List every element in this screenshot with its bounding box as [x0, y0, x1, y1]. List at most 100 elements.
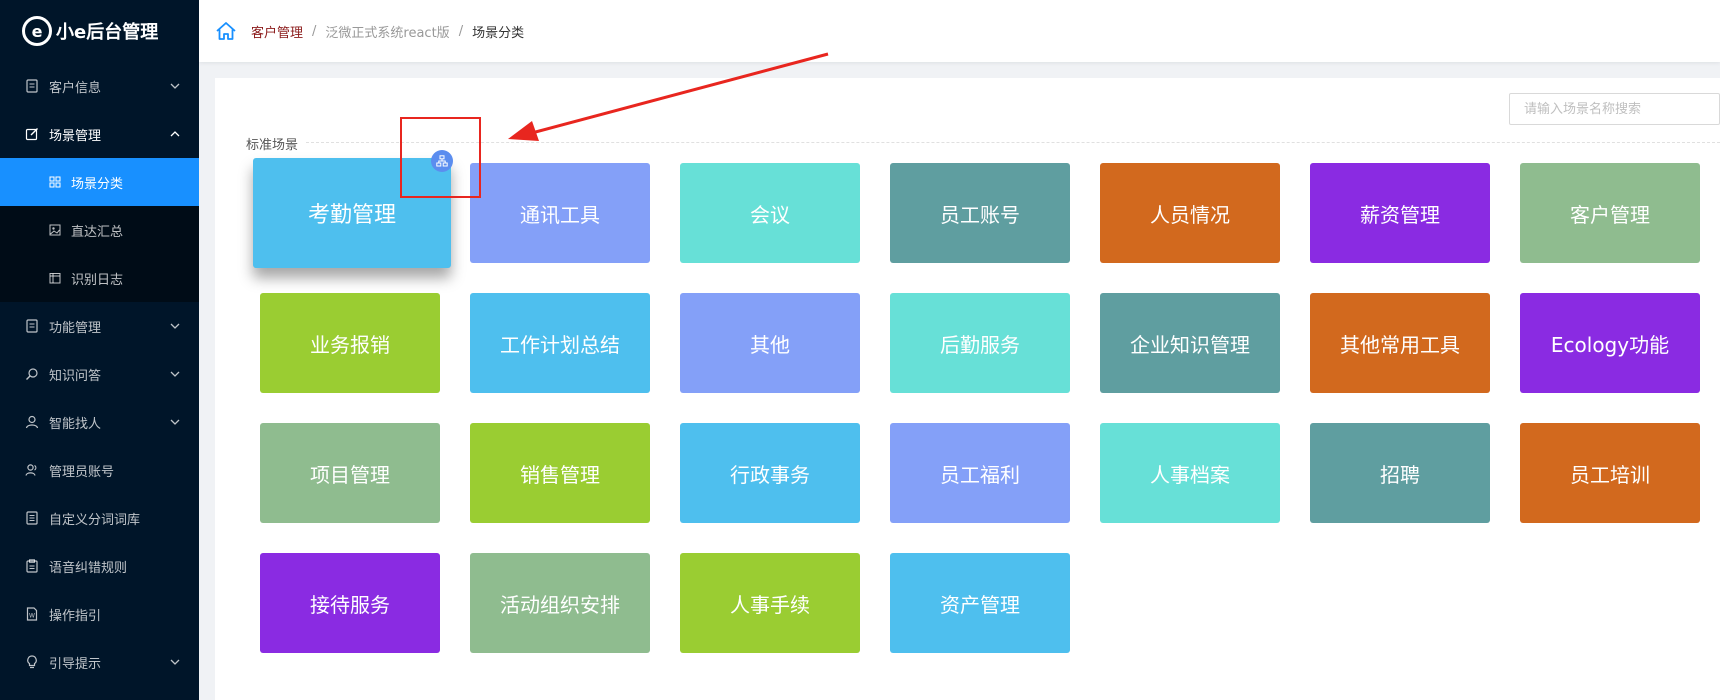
scene-tile[interactable]: 其他	[680, 293, 860, 393]
sidebar-item-label: 直达汇总	[71, 224, 124, 240]
sidebar-item-label: 识别日志	[71, 272, 124, 288]
scene-tile-label: 员工账号	[940, 202, 1020, 227]
scene-tile[interactable]: 销售管理	[470, 423, 650, 523]
scene-tile[interactable]: Ecology功能	[1520, 293, 1700, 393]
breadcrumb-item: 场景分类	[472, 25, 525, 41]
sidebar-menu: 客户信息 场景管理 场景分类 直达汇总 识别日志 功能管理 知识问答 智能找人 …	[0, 62, 199, 686]
scene-tile-label: 项目管理	[310, 462, 390, 487]
sidebar-item-customer-info[interactable]: 客户信息	[0, 62, 199, 110]
scene-tile[interactable]: 企业知识管理	[1100, 293, 1280, 393]
scene-tile-label: 工作计划总结	[500, 332, 620, 357]
breadcrumb-item[interactable]: 客户管理	[251, 22, 303, 41]
sidebar-item-label: 智能找人	[49, 416, 102, 432]
scene-tile-label: 员工培训	[1570, 462, 1650, 487]
scene-tile-label: 员工福利	[940, 462, 1020, 487]
scene-tile[interactable]: 招聘	[1310, 423, 1490, 523]
sidebar-item-label: 场景管理	[49, 128, 102, 144]
scene-tile-label: 其他	[750, 332, 790, 357]
sidebar-item-speech-correction[interactable]: 语音纠错规则	[0, 542, 199, 590]
chevron-down-icon	[169, 320, 181, 332]
scene-tile-label: 人事档案	[1150, 462, 1230, 487]
scene-tile-label: 会议	[750, 202, 790, 227]
scene-tile[interactable]: 人事档案	[1100, 423, 1280, 523]
list-icon	[24, 510, 40, 526]
scene-tile[interactable]: 员工福利	[890, 423, 1070, 523]
sidebar-item-custom-lexicon[interactable]: 自定义分词词库	[0, 494, 199, 542]
sidebar-item-admin-account[interactable]: 管理员账号	[0, 446, 199, 494]
chevron-down-icon	[169, 368, 181, 380]
scene-tile[interactable]: 资产管理	[890, 553, 1070, 653]
scene-tile-label: 其他常用工具	[1340, 332, 1460, 357]
file-icon: W	[24, 606, 40, 622]
hierarchy-icon[interactable]	[431, 150, 453, 172]
top-header: 客户管理 / 泛微正式系统react版 / 场景分类	[199, 0, 1720, 62]
scene-tile[interactable]: 项目管理	[260, 423, 440, 523]
scene-tile-label: 活动组织安排	[500, 592, 620, 617]
home-icon[interactable]	[215, 20, 237, 42]
scene-tile-label: 客户管理	[1570, 202, 1650, 227]
clipboard-icon	[24, 558, 40, 574]
sidebar: e 小e后台管理 客户信息 场景管理 场景分类 直达汇总 识别日志 功能管理 知…	[0, 0, 199, 700]
scene-tile-label: 通讯工具	[520, 202, 600, 227]
sidebar-item-direct-summary[interactable]: 直达汇总	[0, 206, 199, 254]
section-title: 标准场景	[246, 138, 299, 153]
sidebar-item-label: 知识问答	[49, 368, 102, 384]
scene-tile-label: 后勤服务	[940, 332, 1020, 357]
sidebar-item-operation-guide[interactable]: W 操作指引	[0, 590, 199, 638]
logo-icon: e	[22, 16, 52, 46]
edit-icon	[24, 126, 40, 142]
scene-tile[interactable]: 会议	[680, 163, 860, 263]
scene-tile-label: 行政事务	[730, 462, 810, 487]
scene-tile-label: 考勤管理	[307, 203, 396, 228]
scene-tile[interactable]: 接待服务	[260, 553, 440, 653]
sidebar-item-scene-management[interactable]: 场景管理	[0, 110, 199, 158]
scene-tile[interactable]: 业务报销	[260, 293, 440, 393]
scene-tile[interactable]: 后勤服务	[890, 293, 1070, 393]
scene-tile[interactable]: 员工培训	[1520, 423, 1700, 523]
user-icon	[24, 414, 40, 430]
chevron-down-icon	[169, 656, 181, 668]
sidebar-item-label: 引导提示	[49, 656, 102, 672]
scene-tile-label: 企业知识管理	[1130, 332, 1250, 357]
sidebar-item-find-people[interactable]: 智能找人	[0, 398, 199, 446]
sidebar-item-function-management[interactable]: 功能管理	[0, 302, 199, 350]
scene-tile[interactable]: 员工账号	[890, 163, 1070, 263]
sidebar-item-knowledge-qa[interactable]: 知识问答	[0, 350, 199, 398]
grid-icon	[48, 175, 62, 189]
section-divider	[306, 142, 1720, 143]
sidebar-item-guide-tips[interactable]: 引导提示	[0, 638, 199, 686]
breadcrumb-separator: /	[458, 23, 464, 39]
search-icon	[24, 366, 40, 382]
scene-tile[interactable]: 其他常用工具	[1310, 293, 1490, 393]
sidebar-item-label: 功能管理	[49, 320, 102, 336]
scene-submenu: 场景分类 直达汇总 识别日志	[0, 158, 199, 302]
sidebar-item-recognition-log[interactable]: 识别日志	[0, 254, 199, 302]
breadcrumb-item[interactable]: 泛微正式系统react版	[325, 22, 449, 41]
sidebar-item-scene-category[interactable]: 场景分类	[0, 158, 199, 206]
scene-tile-label: 人员情况	[1150, 202, 1230, 227]
scene-tile[interactable]: 人员情况	[1100, 163, 1280, 263]
scene-tile[interactable]: 薪资管理	[1310, 163, 1490, 263]
scene-tile-label: 销售管理	[520, 462, 600, 487]
scene-tile[interactable]: 活动组织安排	[470, 553, 650, 653]
scene-tile[interactable]: 考勤管理	[253, 158, 451, 268]
scene-tile[interactable]: 工作计划总结	[470, 293, 650, 393]
scene-tile[interactable]: 通讯工具	[470, 163, 650, 263]
image-icon	[48, 223, 62, 237]
sidebar-item-label: 语音纠错规则	[49, 560, 128, 576]
document-icon	[24, 78, 40, 94]
calendar-icon	[48, 271, 62, 285]
logo[interactable]: e 小e后台管理	[0, 0, 199, 62]
bulb-icon	[24, 654, 40, 670]
chevron-down-icon	[169, 80, 181, 92]
scene-tile[interactable]: 客户管理	[1520, 163, 1700, 263]
scene-tile[interactable]: 人事手续	[680, 553, 860, 653]
scene-tile[interactable]: 行政事务	[680, 423, 860, 523]
sidebar-item-label: 场景分类	[71, 176, 124, 192]
breadcrumb-separator: /	[312, 23, 317, 39]
scene-tile-label: 招聘	[1380, 462, 1420, 487]
chevron-down-icon	[169, 416, 181, 428]
document-icon	[24, 318, 40, 334]
search-input[interactable]	[1509, 93, 1720, 125]
chevron-up-icon	[169, 128, 181, 140]
